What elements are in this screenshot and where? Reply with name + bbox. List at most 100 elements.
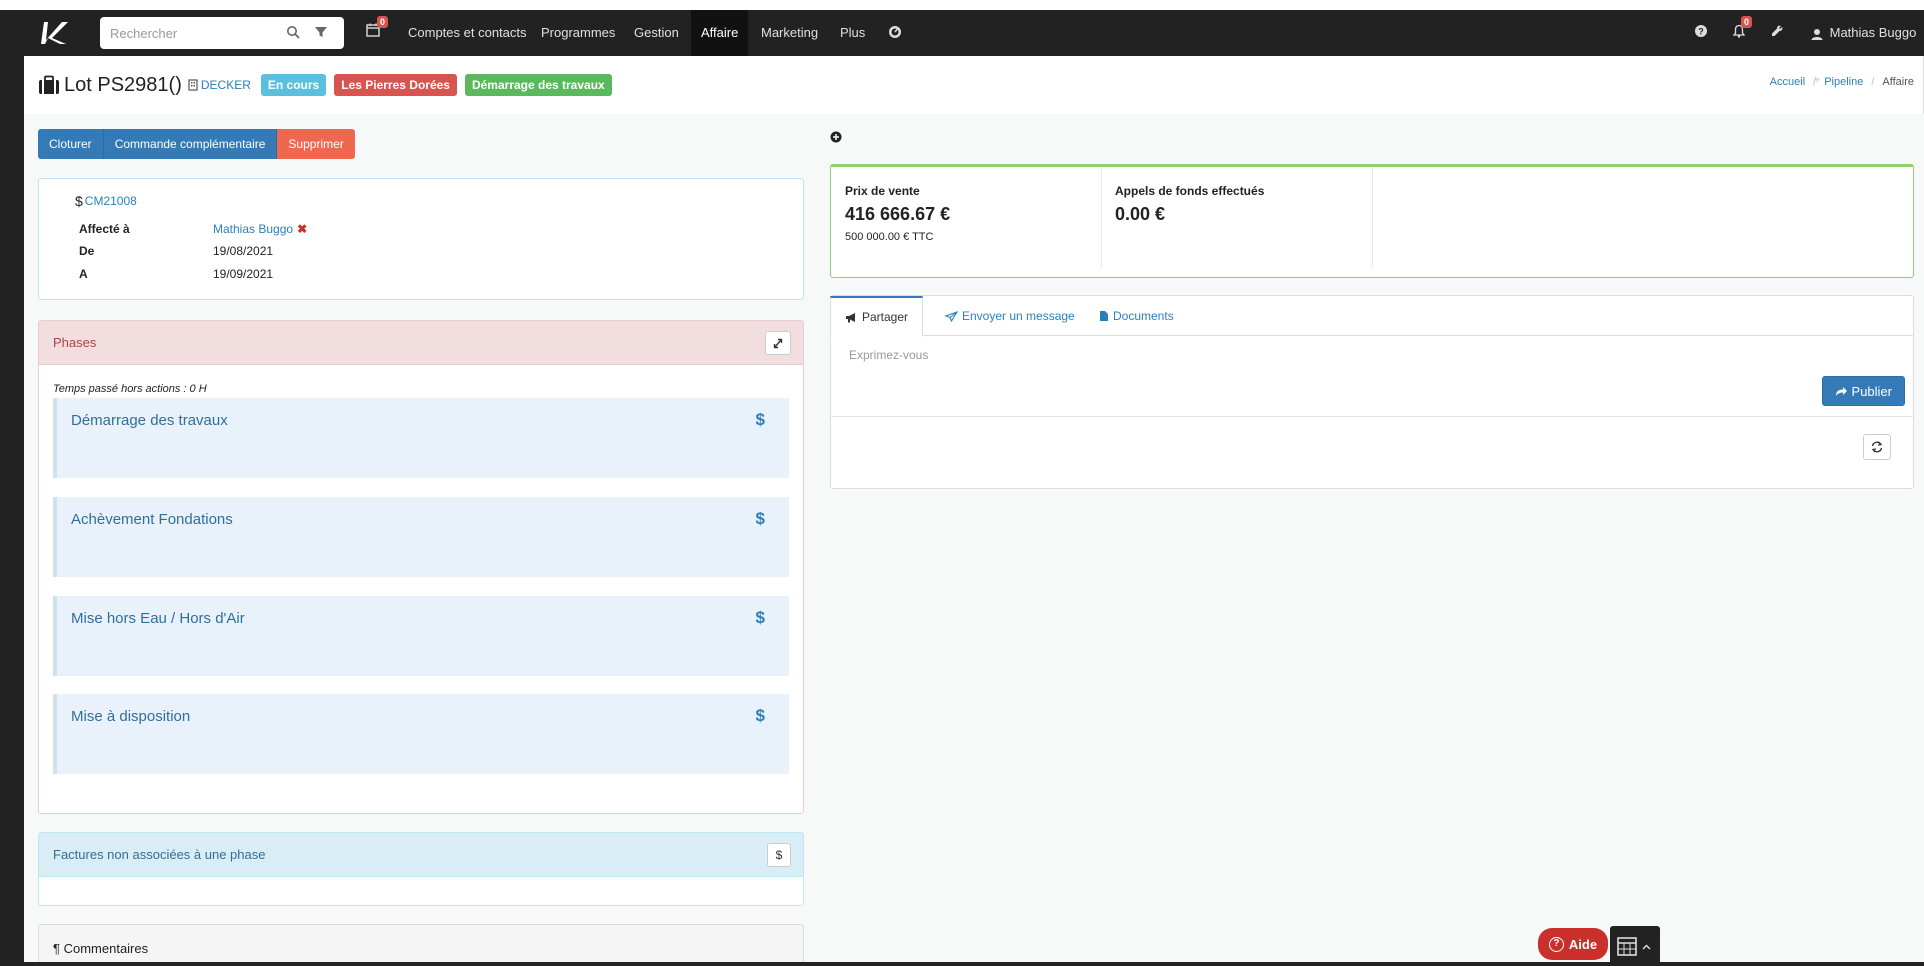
phase-item[interactable]: Démarrage des travaux $	[53, 398, 789, 478]
breadcrumb: Accueil / Pipeline / Affaire	[1769, 76, 1914, 88]
breadcrumb-pipeline[interactable]: Pipeline	[1824, 76, 1863, 88]
filter-icon[interactable]	[314, 25, 330, 41]
appels-fonds-stat: Appels de fonds effectués 0.00 €	[1101, 167, 1371, 267]
supprimer-button[interactable]: Supprimer	[277, 129, 355, 159]
expand-icon	[773, 338, 783, 349]
tab-documents-label: Documents	[1113, 309, 1174, 323]
company-link[interactable]: DECKER	[188, 78, 251, 92]
dashboard-icon[interactable]	[888, 24, 906, 42]
paper-plane-icon	[945, 310, 958, 322]
commentaires-panel: ¶ Commentaires	[38, 924, 804, 966]
factures-title: Factures non associées à une phase	[53, 847, 266, 862]
assigned-user: Mathias Buggo ✖	[213, 222, 307, 236]
reference-link[interactable]: CM21008	[85, 194, 137, 208]
search-icon[interactable]	[286, 25, 302, 41]
nav-gestion[interactable]: Gestion	[624, 10, 689, 56]
remove-icon[interactable]: ✖	[297, 222, 307, 236]
aide-label: Aide	[1568, 936, 1598, 952]
appels-fonds-value: 0.00 €	[1115, 204, 1166, 224]
divider	[1372, 167, 1373, 267]
search-box	[100, 17, 344, 49]
phase-name: Achèvement Fondations	[71, 511, 233, 528]
user-name: Mathias Buggo	[1829, 25, 1917, 40]
briefcase-icon	[38, 75, 60, 95]
breadcrumb-accueil[interactable]: Accueil	[1770, 76, 1805, 88]
wrench-icon[interactable]	[1770, 24, 1788, 42]
share-textarea[interactable]	[839, 342, 1899, 382]
reference-line: $ CM21008	[75, 193, 137, 209]
dollar-icon[interactable]: $	[756, 706, 765, 726]
calendar-widget[interactable]	[1610, 926, 1660, 966]
refresh-icon	[1871, 441, 1883, 453]
dollar-icon[interactable]: $	[756, 608, 765, 628]
tab-partager-label: Partager	[862, 310, 909, 324]
factures-panel: Factures non associées à une phase $	[38, 832, 804, 906]
top-navbar: 0 Comptes et contacts Programmes Gestion…	[24, 10, 1924, 85]
tab-envoyer-message-label: Envoyer un message	[962, 309, 1075, 323]
deal-info-box: $ CM21008 Affecté à Mathias Buggo ✖ De 19…	[38, 178, 804, 300]
prix-vente-ttc: 500 000.00 € TTC	[845, 231, 934, 243]
cloturer-button[interactable]: Cloturer	[38, 129, 104, 159]
end-date-label: A	[79, 267, 88, 281]
tab-documents[interactable]: Documents	[1085, 296, 1188, 336]
financial-stats: Prix de vente 416 666.67 € 500 000.00 € …	[830, 164, 1914, 278]
left-edge-bar	[0, 10, 24, 966]
end-date-value: 19/09/2021	[213, 267, 274, 281]
phase-name: Démarrage des travaux	[71, 412, 228, 429]
phase-badge: Démarrage des travaux	[464, 74, 612, 96]
publier-button[interactable]: Publier	[1821, 376, 1905, 406]
tab-envoyer-message[interactable]: Envoyer un message	[931, 296, 1089, 336]
factures-header: Factures non associées à une phase $	[39, 833, 803, 877]
notifications-badge: 0	[1741, 16, 1753, 28]
status-badge: En cours	[260, 74, 327, 96]
share-box: Partager Envoyer un message Documents Pu…	[830, 295, 1914, 489]
phase-item[interactable]: Mise hors Eau / Hors d'Air $	[53, 596, 789, 676]
phase-item[interactable]: Achèvement Fondations $	[53, 497, 789, 577]
nav-affaire[interactable]: Affaire	[691, 10, 749, 56]
commentaires-title: ¶ Commentaires	[53, 941, 149, 956]
nav-comptes-contacts[interactable]: Comptes et contacts	[398, 10, 537, 56]
user-icon	[1811, 28, 1823, 40]
dollar-icon[interactable]: $	[756, 509, 765, 529]
nav-plus[interactable]: Plus	[830, 10, 875, 56]
app-logo[interactable]	[38, 18, 74, 48]
refresh-button[interactable]	[1863, 434, 1891, 460]
share-arrow-icon	[1835, 386, 1847, 396]
assigned-user-link[interactable]: Mathias Buggo	[213, 222, 293, 236]
document-icon	[1100, 311, 1108, 321]
search-input[interactable]	[110, 24, 280, 42]
phase-name: Mise à disposition	[71, 708, 191, 725]
program-badge: Les Pierres Dorées	[334, 74, 457, 96]
window-top-strip	[0, 0, 1924, 10]
plus-circle-icon[interactable]	[830, 131, 842, 143]
aide-button[interactable]: ? Aide	[1538, 928, 1608, 960]
help-circle-icon: ?	[1548, 936, 1564, 952]
expand-button[interactable]	[765, 331, 791, 355]
appels-fonds-label: Appels de fonds effectués	[1115, 184, 1265, 198]
nav-marketing[interactable]: Marketing	[751, 10, 828, 56]
phases-title: Phases	[53, 335, 97, 350]
publier-label: Publier	[1851, 383, 1892, 399]
commande-complementaire-button[interactable]: Commande complémentaire	[103, 129, 278, 159]
nav-programmes[interactable]: Programmes	[531, 10, 625, 56]
action-buttons: Cloturer Commande complémentaire Supprim…	[38, 129, 355, 159]
temps-hors-actions: Temps passé hors actions : 0 H	[53, 383, 207, 395]
svg-text:?: ?	[1698, 27, 1704, 37]
help-icon[interactable]: ?	[1694, 24, 1712, 42]
user-menu[interactable]: Mathias Buggo ▼	[1810, 10, 1924, 85]
phase-name: Mise hors Eau / Hors d'Air	[71, 610, 245, 627]
tab-partager[interactable]: Partager	[830, 296, 924, 337]
dollar-icon[interactable]: $	[756, 410, 765, 430]
start-date-value: 19/08/2021	[213, 244, 274, 258]
add-facture-button[interactable]: $	[767, 843, 791, 867]
start-date-label: De	[79, 244, 95, 258]
phase-item[interactable]: Mise à disposition $	[53, 694, 789, 774]
calendar-widget-icon	[1617, 937, 1651, 956]
bottom-edge-bar	[0, 962, 1924, 966]
assigned-label: Affecté à	[79, 222, 130, 236]
breadcrumb-current: Affaire	[1882, 76, 1914, 88]
dollar-icon: $	[75, 193, 83, 209]
divider	[831, 416, 1913, 417]
calendar-badge: 0	[377, 16, 389, 28]
phases-panel: Phases Temps passé hors actions : 0 H Dé…	[38, 320, 804, 814]
